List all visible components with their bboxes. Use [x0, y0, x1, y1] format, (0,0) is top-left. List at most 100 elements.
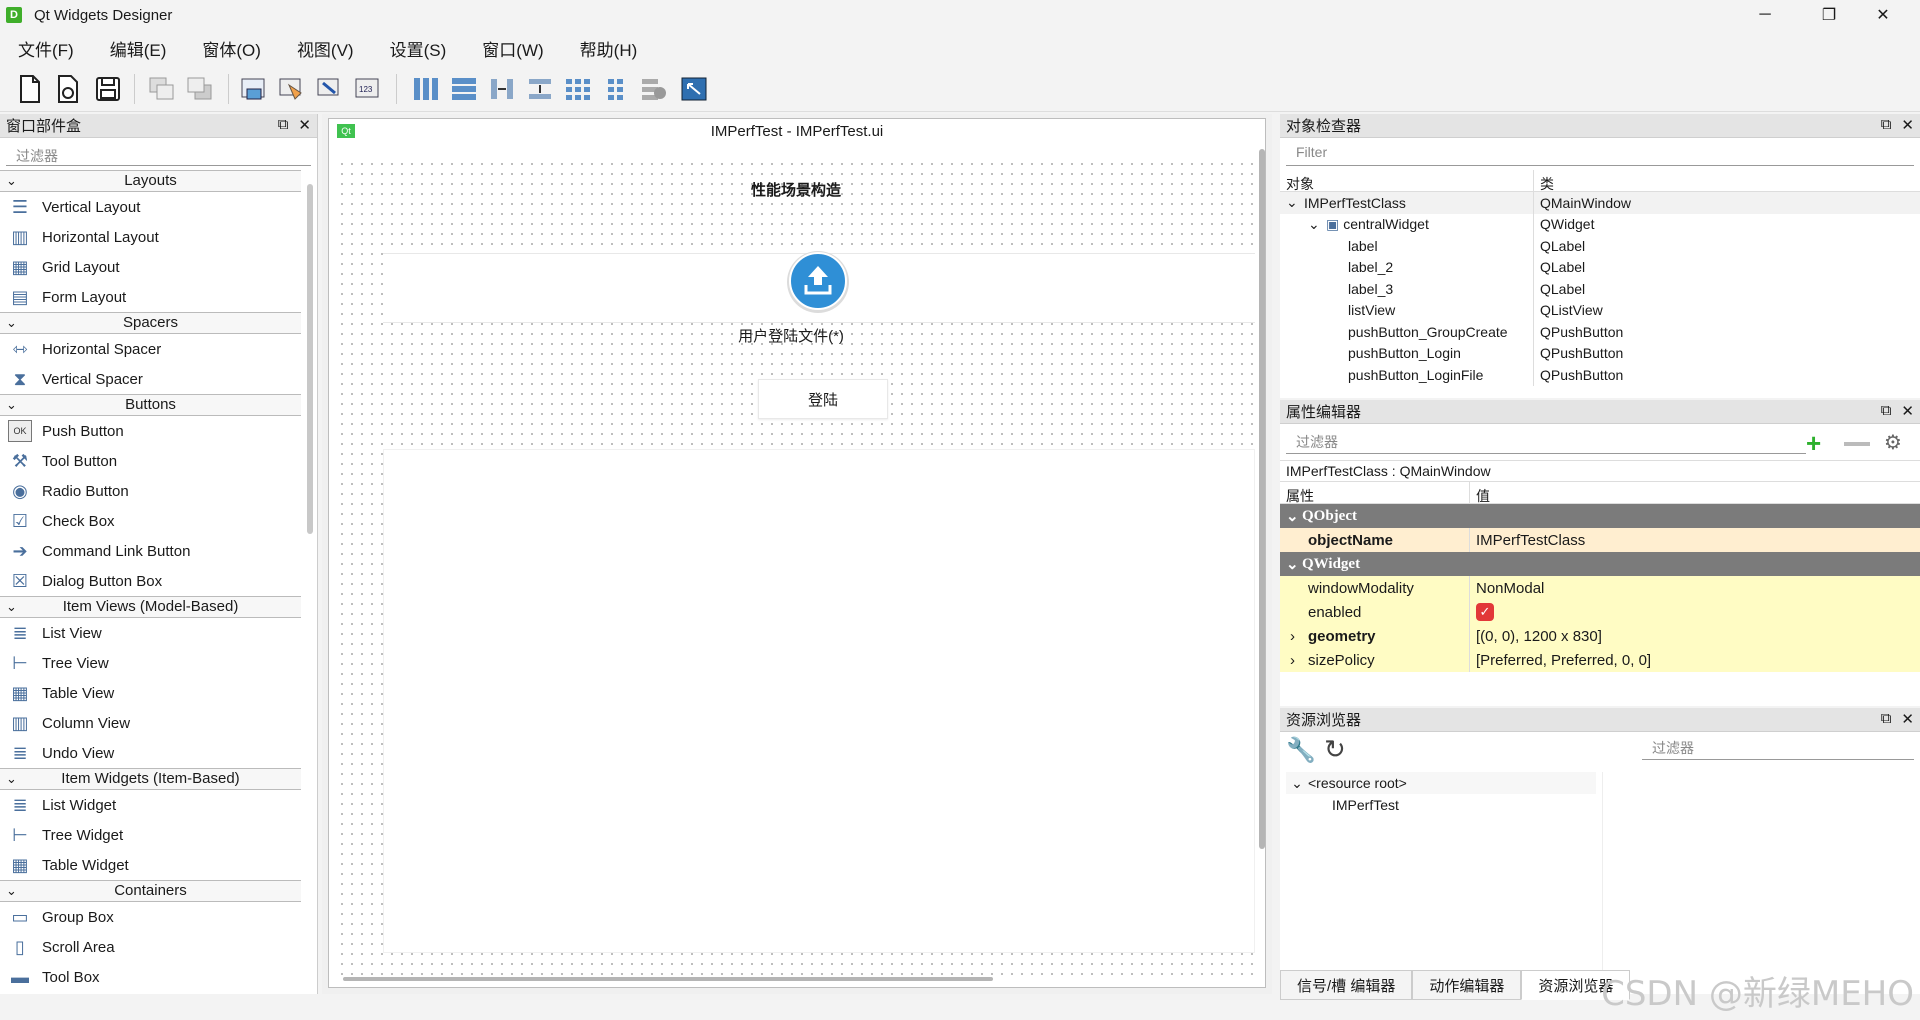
- layout-form-icon[interactable]: [600, 74, 632, 104]
- chevron-down-icon[interactable]: ⌄: [6, 769, 17, 789]
- object-filter-input[interactable]: Filter: [1286, 142, 1914, 166]
- menu-help[interactable]: 帮助(H): [562, 36, 656, 61]
- resource-child-item[interactable]: IMPerfTest: [1286, 794, 1596, 816]
- widget-item[interactable]: ▬ Tool Box: [0, 962, 301, 992]
- resource-root-item[interactable]: ⌄ <resource root>: [1286, 772, 1596, 794]
- widget-box-filter-input[interactable]: 过滤器: [6, 142, 311, 166]
- tab-action-editor[interactable]: 动作编辑器: [1412, 970, 1522, 1000]
- object-row[interactable]: label_2 QLabel: [1280, 256, 1920, 278]
- menu-edit[interactable]: 编辑(E): [92, 36, 185, 61]
- column-class[interactable]: 类: [1534, 170, 1560, 192]
- widget-category[interactable]: ⌄ Layouts: [0, 170, 301, 192]
- property-value[interactable]: [(0, 0), 1200 x 830]: [1470, 628, 1602, 645]
- form-canvas[interactable]: 性能场景构造 用户登陆文件(*) 登陆: [337, 159, 1255, 977]
- property-value[interactable]: IMPerfTestClass: [1470, 532, 1585, 549]
- layout-horizontal-icon[interactable]: [410, 74, 442, 104]
- menu-window[interactable]: 窗口(W): [464, 36, 561, 61]
- widget-item[interactable]: ≣ List Widget: [0, 790, 301, 820]
- edit-resources-icon[interactable]: 🔧: [1286, 736, 1316, 765]
- new-file-icon[interactable]: [14, 74, 46, 104]
- heading-label[interactable]: 性能场景构造: [337, 179, 1255, 200]
- reload-icon[interactable]: ↻: [1324, 734, 1346, 765]
- column-value[interactable]: 值: [1470, 482, 1496, 504]
- property-row[interactable]: enabled ✓: [1280, 600, 1920, 624]
- upload-label[interactable]: 用户登陆文件(*): [337, 325, 1255, 346]
- widget-category[interactable]: ⌄ Containers: [0, 880, 301, 902]
- widget-item[interactable]: ⊢ Tree View: [0, 648, 301, 678]
- chevron-down-icon[interactable]: ⌄: [6, 597, 17, 617]
- widget-item[interactable]: ☒ Dialog Button Box: [0, 566, 301, 596]
- widget-item[interactable]: ☑ Check Box: [0, 506, 301, 536]
- break-layout-icon[interactable]: [638, 74, 670, 104]
- form-horizontal-scrollbar[interactable]: [343, 977, 993, 981]
- close-icon[interactable]: ✕: [1901, 710, 1914, 728]
- property-row[interactable]: windowModality NonModal: [1280, 576, 1920, 600]
- property-filter-input[interactable]: 过滤器: [1286, 430, 1806, 454]
- layout-vertical-icon[interactable]: [448, 74, 480, 104]
- widget-item[interactable]: ▥ Column View: [0, 708, 301, 738]
- chevron-down-icon[interactable]: ⌄: [1308, 216, 1326, 233]
- float-icon[interactable]: ⧉: [278, 116, 289, 134]
- chevron-down-icon[interactable]: ⌄: [6, 881, 17, 901]
- edit-tab-order-icon[interactable]: 123: [352, 74, 384, 104]
- chevron-down-icon[interactable]: ⌄: [1280, 555, 1302, 574]
- form-vertical-scrollbar[interactable]: [1259, 149, 1265, 849]
- property-row[interactable]: › sizePolicy [Preferred, Preferred, 0, 0]: [1280, 648, 1920, 672]
- widget-item[interactable]: ▥ Horizontal Layout: [0, 222, 301, 252]
- widget-item[interactable]: ▦ Table Widget: [0, 850, 301, 880]
- object-row[interactable]: ⌄ IMPerfTestClass QMainWindow: [1280, 192, 1920, 214]
- widget-item[interactable]: ➔ Command Link Button: [0, 536, 301, 566]
- property-row[interactable]: objectName IMPerfTestClass: [1280, 528, 1920, 552]
- widget-item[interactable]: ≣ Undo View: [0, 738, 301, 768]
- save-icon[interactable]: [92, 74, 124, 104]
- property-value[interactable]: NonModal: [1470, 580, 1544, 597]
- menu-settings[interactable]: 设置(S): [372, 36, 465, 61]
- widget-item[interactable]: ▤ Form Layout: [0, 282, 301, 312]
- menu-form[interactable]: 窗体(O): [184, 36, 279, 61]
- chevron-right-icon[interactable]: ›: [1290, 652, 1295, 669]
- layout-vertical-splitter-icon[interactable]: [524, 74, 556, 104]
- property-value[interactable]: [Preferred, Preferred, 0, 0]: [1470, 652, 1651, 669]
- property-row[interactable]: › geometry [(0, 0), 1200 x 830]: [1280, 624, 1920, 648]
- login-button[interactable]: 登陆: [758, 379, 888, 419]
- widget-item[interactable]: ▦ Grid Layout: [0, 252, 301, 282]
- object-row[interactable]: pushButton_LoginFile QPushButton: [1280, 364, 1920, 386]
- open-file-icon[interactable]: [52, 74, 84, 104]
- object-row[interactable]: label_3 QLabel: [1280, 278, 1920, 300]
- object-row[interactable]: pushButton_Login QPushButton: [1280, 342, 1920, 364]
- tab-signal-slot-editor[interactable]: 信号/槽 编辑器: [1280, 970, 1413, 1000]
- object-row[interactable]: label QLabel: [1280, 235, 1920, 257]
- configure-icon[interactable]: ⚙: [1884, 430, 1902, 455]
- widget-item[interactable]: ≣ List View: [0, 618, 301, 648]
- close-button[interactable]: ✕: [1860, 0, 1906, 30]
- column-object[interactable]: 对象: [1280, 170, 1534, 192]
- widget-category[interactable]: ⌄ Item Views (Model-Based): [0, 596, 301, 618]
- enabled-checkbox[interactable]: ✓: [1476, 603, 1494, 621]
- widget-category[interactable]: ⌄ Item Widgets (Item-Based): [0, 768, 301, 790]
- remove-property-icon[interactable]: [1844, 442, 1870, 446]
- property-value[interactable]: ✓: [1470, 603, 1494, 621]
- chevron-right-icon[interactable]: ›: [1290, 628, 1295, 645]
- adjust-size-icon[interactable]: [678, 74, 710, 104]
- close-icon[interactable]: ✕: [1901, 402, 1914, 420]
- bring-to-front-icon[interactable]: [146, 74, 178, 104]
- column-property[interactable]: 属性: [1280, 482, 1470, 504]
- chevron-down-icon[interactable]: ⌄: [6, 395, 17, 415]
- float-icon[interactable]: ⧉: [1881, 116, 1892, 134]
- widget-item[interactable]: ▯ Scroll Area: [0, 932, 301, 962]
- widget-item[interactable]: ☰ Vertical Layout: [0, 192, 301, 222]
- widget-box-scrollbar[interactable]: [307, 184, 313, 534]
- widget-item[interactable]: OK Push Button: [0, 416, 301, 446]
- layout-grid-icon[interactable]: [562, 74, 594, 104]
- object-row[interactable]: pushButton_GroupCreate QPushButton: [1280, 321, 1920, 343]
- float-icon[interactable]: ⧉: [1881, 710, 1892, 728]
- widget-item[interactable]: ⇿ Horizontal Spacer: [0, 334, 301, 364]
- maximize-button[interactable]: ❐: [1806, 0, 1852, 30]
- minimize-button[interactable]: ─: [1742, 0, 1788, 30]
- edit-buddies-icon[interactable]: [314, 74, 346, 104]
- chevron-down-icon[interactable]: ⌄: [1286, 194, 1304, 211]
- widget-category[interactable]: ⌄ Spacers: [0, 312, 301, 334]
- widget-category[interactable]: ⌄ Buttons: [0, 394, 301, 416]
- object-row[interactable]: ⌄ ▣ centralWidget QWidget: [1280, 213, 1920, 235]
- add-property-icon[interactable]: +: [1806, 428, 1821, 459]
